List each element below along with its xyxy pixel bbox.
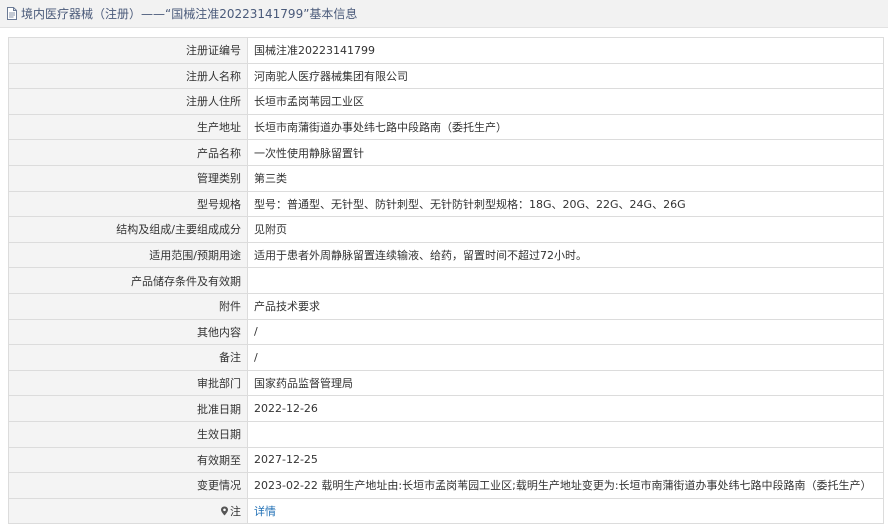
row-value: 适用于患者外周静脉留置连续输液、给药，留置时间不超过72小时。 [247,241,884,269]
row-label: 备注 [8,344,248,371]
row-value: / [247,344,884,371]
row-label: 适用范围/预期用途 [8,241,248,269]
row-label: 结构及组成/主要组成成分 [8,216,248,243]
row-label: 注册人名称 [8,62,248,90]
table-row: 批准日期 2022-12-26 [8,395,884,422]
page-title: 境内医疗器械（注册）——“国械注准20223141799”基本信息 [21,7,358,21]
table-row: 生效日期 [8,420,884,448]
row-value [247,420,884,448]
row-value: 2023-02-22 载明生产地址由:长垣市孟岗苇园工业区;载明生产地址变更为:… [247,472,884,499]
row-label: 生效日期 [8,420,248,448]
row-label: 产品名称 [8,139,248,166]
row-value: 国械注准20223141799 [247,37,884,64]
row-value: 第三类 [247,164,884,192]
row-value: 长垣市孟岗苇园工业区 [247,88,884,115]
pin-icon [221,506,228,516]
note-row: 注 详情 [8,497,884,525]
row-label: 其他内容 [8,318,248,346]
row-label: 注册证编号 [8,37,248,64]
row-value: 国家药品监督管理局 [247,369,884,397]
page-header: 境内医疗器械（注册）——“国械注准20223141799”基本信息 [0,0,888,28]
table-row: 结构及组成/主要组成成分 见附页 [8,216,884,243]
table-row: 产品储存条件及有效期 [8,267,884,294]
row-value: 河南驼人医疗器械集团有限公司 [247,62,884,90]
table-row: 产品名称 一次性使用静脉留置针 [8,139,884,166]
device-info-table: 注册证编号 国械注准20223141799 注册人名称 河南驼人医疗器械集团有限… [8,37,884,525]
row-label: 生产地址 [8,113,248,141]
row-label: 型号规格 [8,190,248,218]
row-label: 有效期至 [8,446,248,474]
row-label: 变更情况 [8,472,248,499]
row-value: 一次性使用静脉留置针 [247,139,884,166]
table-row: 审批部门 国家药品监督管理局 [8,369,884,397]
details-link[interactable]: 详情 [254,505,276,518]
table-row: 其他内容 / [8,318,884,346]
table-row: 有效期至 2027-12-25 [8,446,884,474]
row-label: 管理类别 [8,164,248,192]
table-row: 变更情况 2023-02-22 载明生产地址由:长垣市孟岗苇园工业区;载明生产地… [8,472,884,499]
row-value: 2027-12-25 [247,446,884,474]
table-row: 备注 / [8,344,884,371]
table-row: 管理类别 第三类 [8,164,884,192]
table-row: 附件 产品技术要求 [8,292,884,320]
row-label: 审批部门 [8,369,248,397]
table-row: 适用范围/预期用途 适用于患者外周静脉留置连续输液、给药，留置时间不超过72小时… [8,241,884,269]
table-row: 生产地址 长垣市南蒲街道办事处纬七路中段路南（委托生产） [8,113,884,141]
row-label: 批准日期 [8,395,248,422]
note-label-cell: 注 [8,497,248,525]
table-row: 注册人名称 河南驼人医疗器械集团有限公司 [8,62,884,90]
row-value: 产品技术要求 [247,292,884,320]
row-value: / [247,318,884,346]
table-row: 注册证编号 国械注准20223141799 [8,37,884,64]
row-label: 附件 [8,292,248,320]
document-icon [7,7,17,20]
note-value-cell: 详情 [247,497,884,525]
row-value: 长垣市南蒲街道办事处纬七路中段路南（委托生产） [247,113,884,141]
row-value [247,267,884,294]
table-row: 注册人住所 长垣市孟岗苇园工业区 [8,88,884,115]
note-label: 注 [230,504,241,518]
row-label: 注册人住所 [8,88,248,115]
row-value: 2022-12-26 [247,395,884,422]
row-label: 产品储存条件及有效期 [8,267,248,294]
table-row: 型号规格 型号：普通型、无针型、防针刺型、无针防针刺型规格：18G、20G、22… [8,190,884,218]
row-value: 见附页 [247,216,884,243]
row-value: 型号：普通型、无针型、防针刺型、无针防针刺型规格：18G、20G、22G、24G… [247,190,884,218]
